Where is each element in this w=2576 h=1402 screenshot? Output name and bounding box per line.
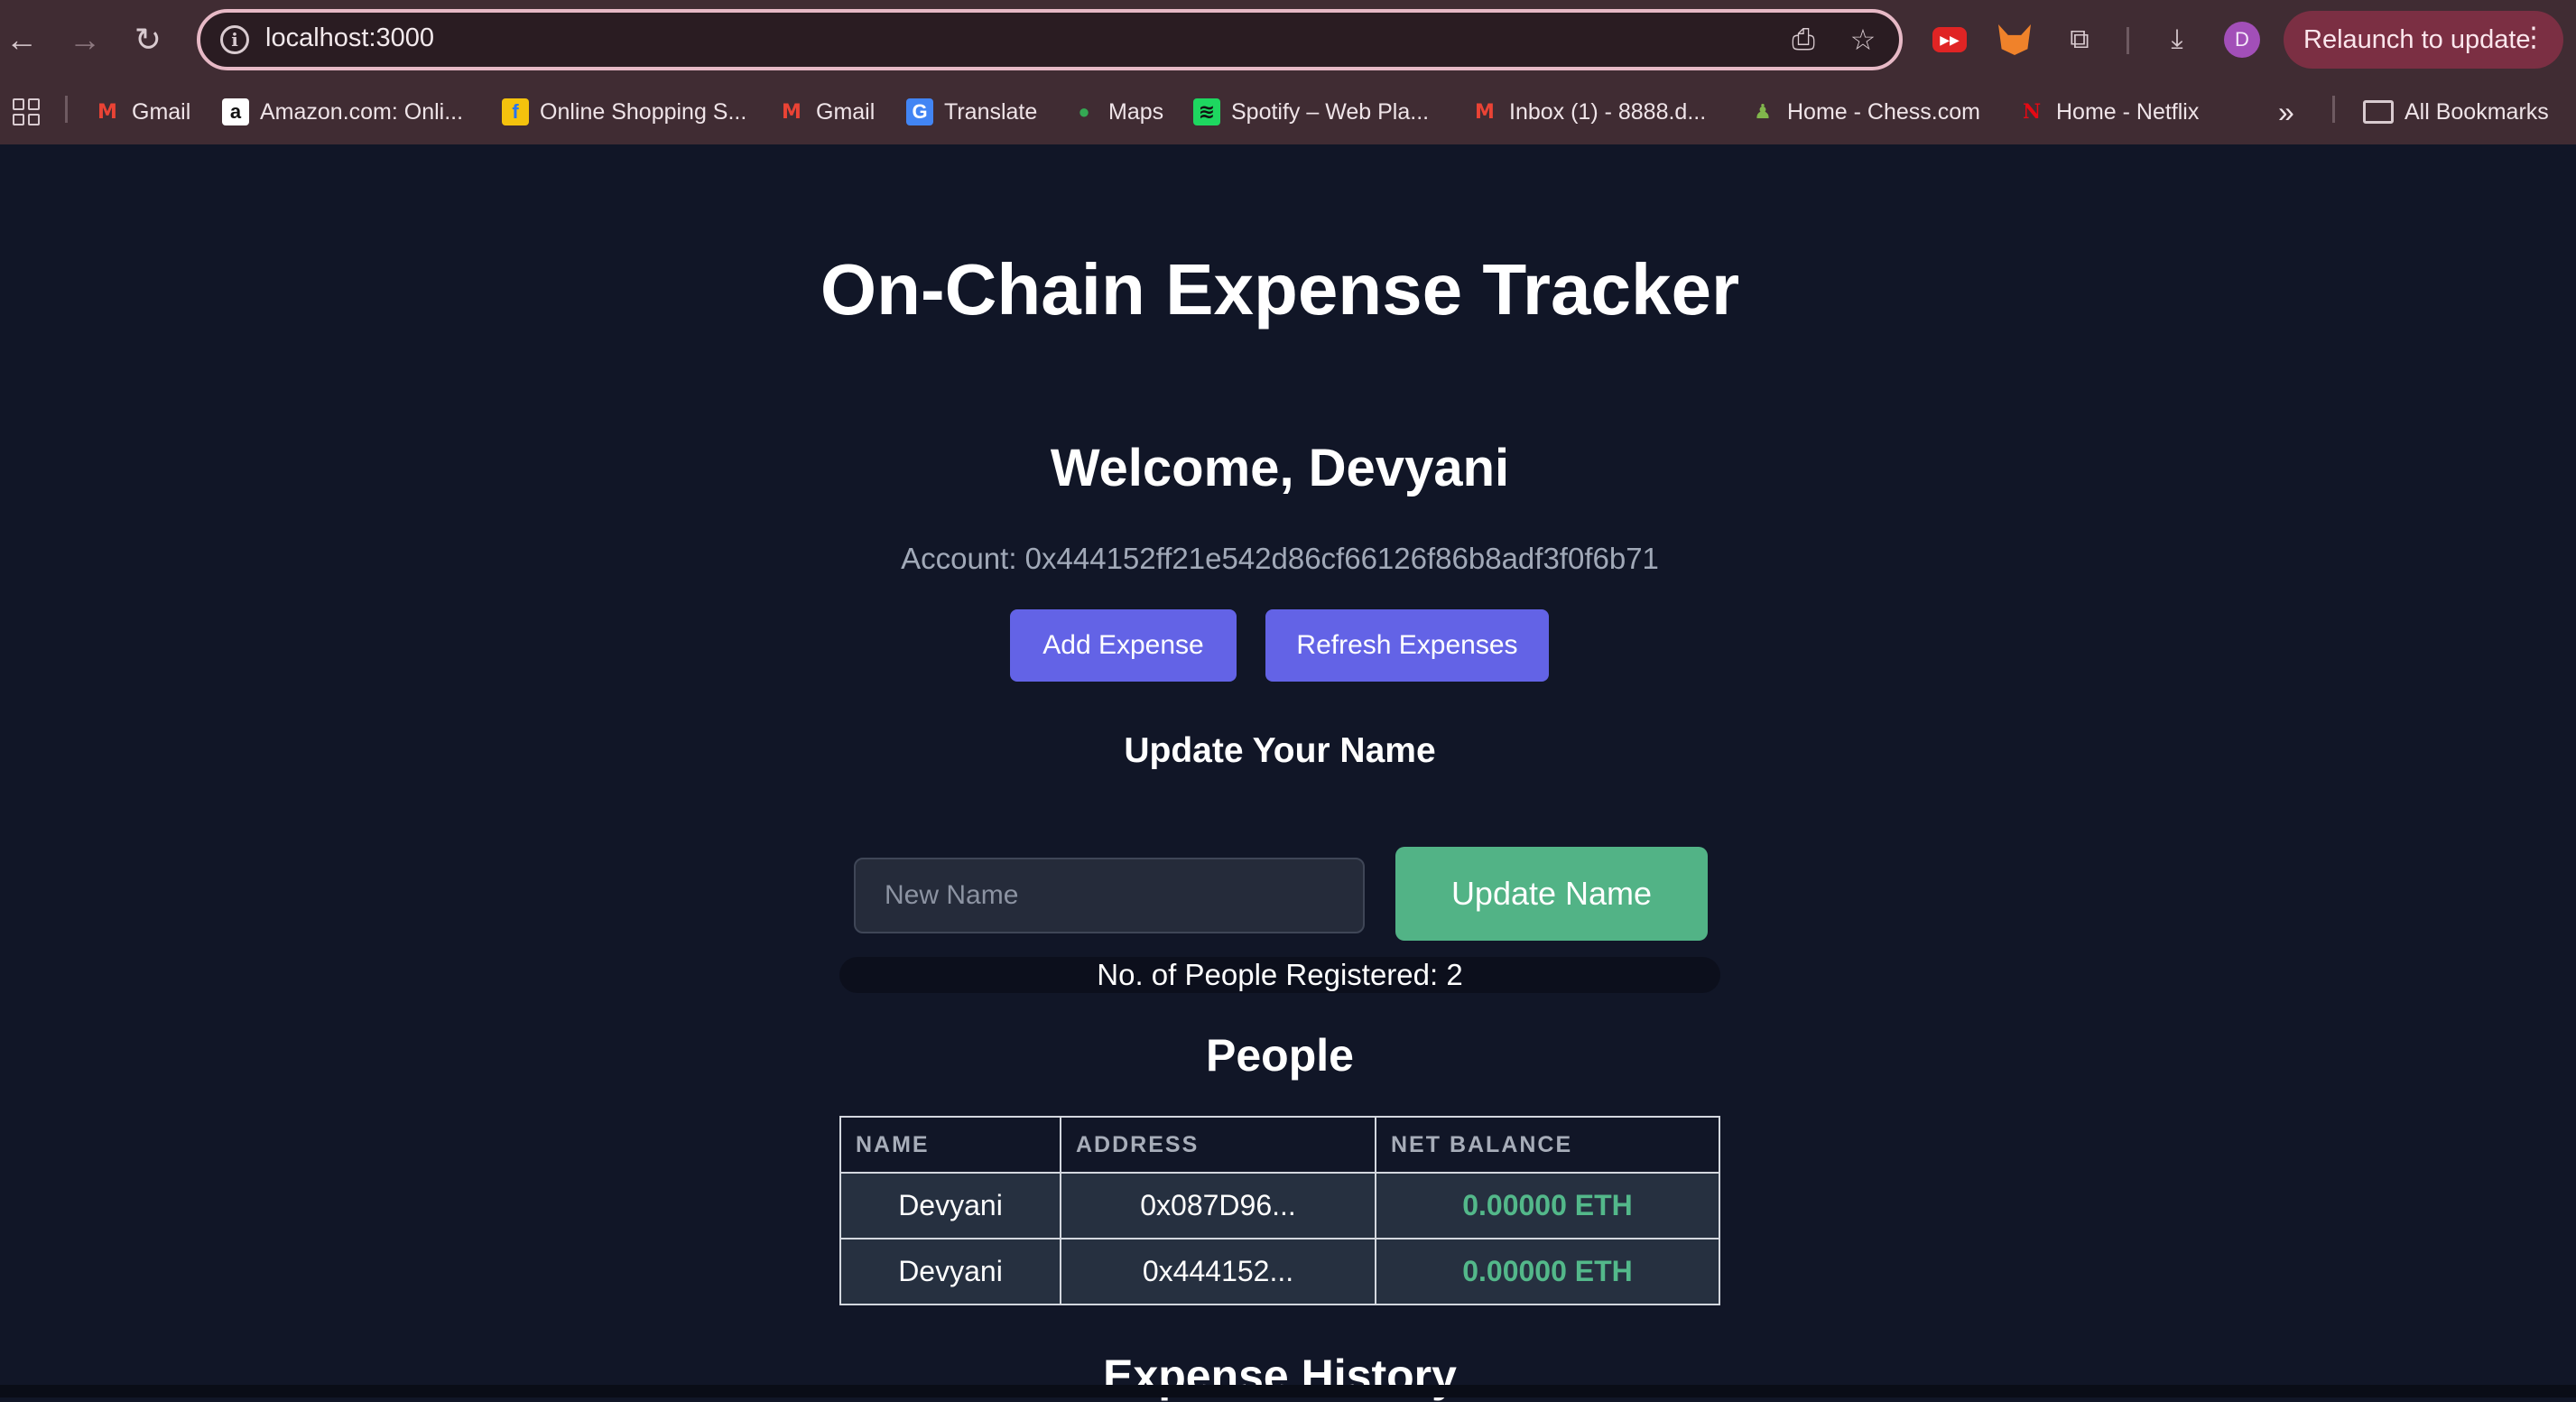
flipkart-icon: f (502, 98, 529, 125)
table-row: Devyani 0x444152... 0.00000 ETH (839, 1238, 1720, 1305)
apps-icon[interactable] (13, 94, 40, 130)
bookmark-gmail[interactable]: M Gmail (94, 94, 190, 130)
bookmark-maps[interactable]: ● Maps (1070, 94, 1163, 130)
download-icon[interactable]: ⤓ (2157, 20, 2197, 60)
column-header-address: ADDRESS (1060, 1116, 1376, 1174)
browser-chrome: ← → ↻ i localhost:3000 ⎙ ☆ ▶▶ ⧉ ⤓ D Rela… (0, 0, 2576, 144)
people-heading: People (1206, 1030, 1354, 1081)
maps-icon: ● (1078, 100, 1090, 123)
bookmark-chess[interactable]: ♟ Home - Chess.com (1749, 94, 1980, 130)
person-name-cell: Devyani (839, 1238, 1061, 1305)
registered-count: No. of People Registered: 2 (839, 957, 1720, 993)
all-bookmarks-button[interactable]: All Bookmarks (2363, 94, 2549, 130)
relaunch-button[interactable]: Relaunch to update ⋮ (2284, 11, 2563, 69)
all-bookmarks-label: All Bookmarks (2405, 98, 2549, 125)
app-page: On-Chain Expense Tracker Welcome, Devyan… (0, 144, 2576, 1401)
bookmark-label: Inbox (1) - 8888.d... (1509, 98, 1707, 125)
translate-icon: G (906, 98, 933, 125)
app-title: On-Chain Expense Tracker (820, 249, 1740, 330)
bookmark-label: Translate (944, 98, 1038, 125)
site-info-icon[interactable]: i (220, 25, 249, 54)
gmail-icon: M (1475, 100, 1495, 124)
window-bottom-edge (0, 1385, 2576, 1397)
forward-icon[interactable]: → (65, 20, 105, 60)
new-name-input[interactable] (854, 858, 1365, 933)
amazon-icon: a (222, 98, 249, 125)
bookmark-label: Amazon.com: Onli... (260, 98, 464, 125)
bookmark-online-shopping[interactable]: f Online Shopping S... (502, 94, 746, 130)
table-row: Devyani 0x087D96... 0.00000 ETH (839, 1172, 1720, 1240)
table-header-row: NAME ADDRESS NET BALANCE (839, 1116, 1720, 1174)
bookmark-label: Home - Chess.com (1787, 98, 1980, 125)
bookmarks-divider (2332, 96, 2335, 123)
person-name-cell: Devyani (839, 1172, 1061, 1240)
netflix-icon: N (2022, 100, 2042, 124)
kebab-menu-icon[interactable]: ⋮ (2520, 22, 2547, 53)
person-address-cell: 0x087D96... (1060, 1172, 1376, 1240)
more-bookmarks-icon[interactable]: » (2278, 94, 2294, 130)
bookmark-amazon[interactable]: a Amazon.com: Onli... (222, 94, 463, 130)
chess-icon: ♟ (1754, 100, 1772, 123)
person-balance-cell: 0.00000 ETH (1375, 1238, 1720, 1305)
update-name-button[interactable]: Update Name (1395, 847, 1708, 941)
account-address: Account: 0x444152ff21e542d86cf66126f86b8… (901, 542, 1659, 575)
column-header-name: NAME (839, 1116, 1061, 1174)
profile-avatar[interactable]: D (2224, 22, 2260, 58)
metamask-extension-icon[interactable] (1995, 20, 2034, 60)
bookmark-label: Spotify – Web Pla... (1231, 98, 1430, 125)
welcome-heading: Welcome, Devyani (1050, 439, 1510, 497)
gmail-icon: M (782, 100, 802, 124)
people-table: NAME ADDRESS NET BALANCE Devyani 0x087D9… (839, 1116, 1720, 1305)
relaunch-label: Relaunch to update (2303, 24, 2531, 54)
url-text[interactable]: localhost:3000 (265, 23, 434, 53)
reload-icon[interactable]: ↻ (128, 20, 168, 60)
person-balance-cell: 0.00000 ETH (1375, 1172, 1720, 1240)
bookmarks-bar: M Gmail a Amazon.com: Onli... f Online S… (0, 79, 2576, 144)
bookmark-label: Maps (1108, 98, 1164, 125)
bookmarks-divider (65, 96, 68, 123)
browser-toolbar: ← → ↻ i localhost:3000 ⎙ ☆ ▶▶ ⧉ ⤓ D Rela… (0, 0, 2576, 79)
bookmark-gmail-2[interactable]: M Gmail (778, 94, 875, 130)
bookmark-label: Gmail (816, 98, 876, 125)
bookmark-label: Online Shopping S... (540, 98, 747, 125)
bookmark-spotify[interactable]: ≋ Spotify – Web Pla... (1193, 94, 1429, 130)
folder-icon (2363, 100, 2394, 124)
add-expense-button[interactable]: Add Expense (1010, 609, 1237, 682)
spotify-icon: ≋ (1193, 98, 1220, 125)
refresh-expenses-button[interactable]: Refresh Expenses (1265, 609, 1549, 682)
bookmark-inbox[interactable]: M Inbox (1) - 8888.d... (1471, 94, 1706, 130)
back-icon[interactable]: ← (2, 20, 42, 60)
person-address-cell: 0x444152... (1060, 1238, 1376, 1305)
install-app-icon[interactable]: ⎙ (1785, 22, 1821, 58)
bookmark-translate[interactable]: G Translate (906, 94, 1037, 130)
bookmark-star-icon[interactable]: ☆ (1845, 22, 1881, 58)
toolbar-divider (2127, 27, 2129, 54)
bookmark-label: Home - Netflix (2056, 98, 2200, 125)
extensions-puzzle-icon[interactable]: ⧉ (2060, 20, 2099, 60)
gmail-icon: M (97, 100, 117, 124)
bookmark-netflix[interactable]: N Home - Netflix (2018, 94, 2199, 130)
update-name-heading: Update Your Name (1124, 731, 1436, 770)
youtube-extension-icon[interactable]: ▶▶ (1930, 20, 1969, 60)
bookmark-label: Gmail (132, 98, 191, 125)
column-header-net-balance: NET BALANCE (1375, 1116, 1720, 1174)
address-bar[interactable]: i localhost:3000 ⎙ ☆ (197, 9, 1903, 70)
